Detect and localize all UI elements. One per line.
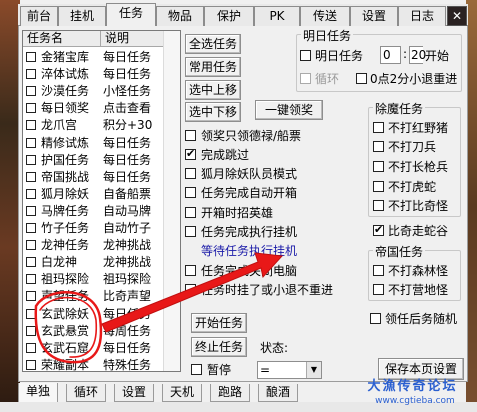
annotation-circle bbox=[34, 291, 103, 364]
annotation-circle-inner bbox=[39, 296, 98, 358]
annotation-overlay bbox=[34, 252, 284, 364]
annotation-arrow bbox=[101, 252, 284, 333]
